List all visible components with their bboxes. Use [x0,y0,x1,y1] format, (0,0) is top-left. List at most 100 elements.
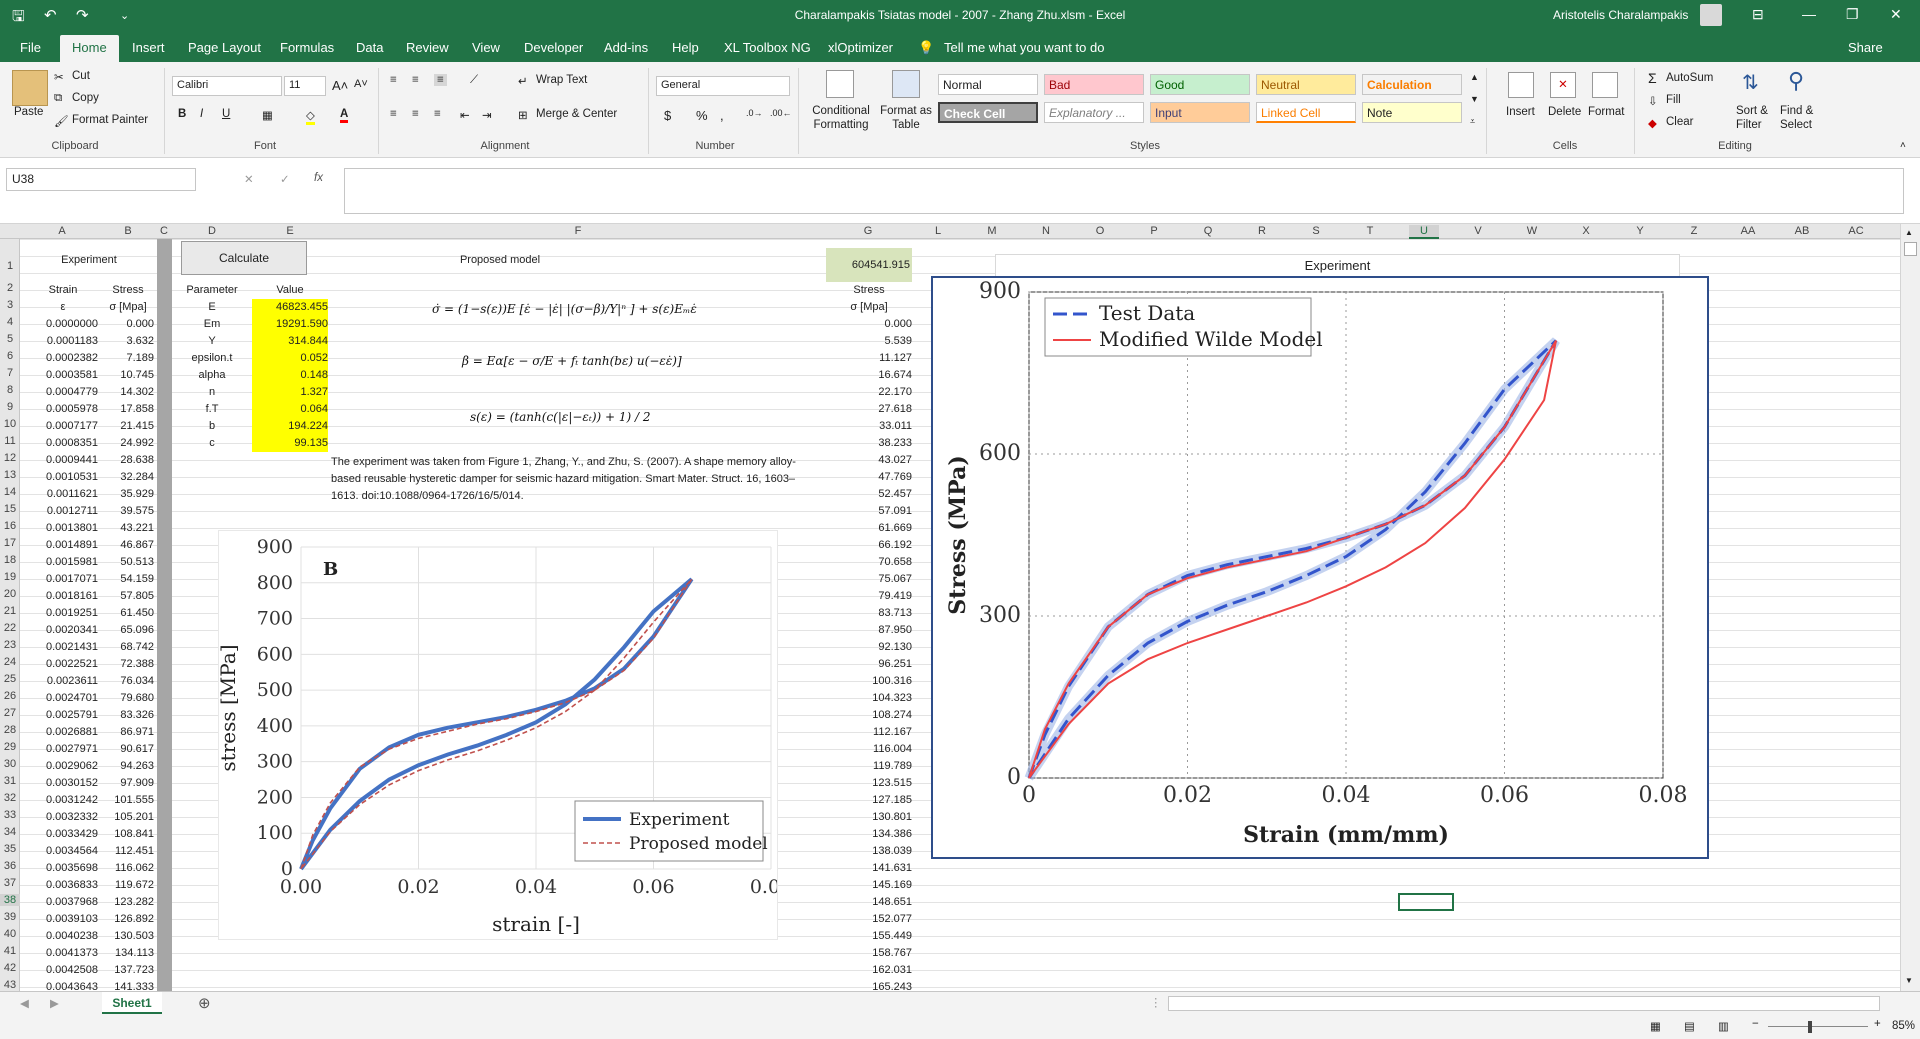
column-header-v[interactable]: V [1463,225,1493,237]
avatar[interactable] [1700,4,1722,26]
row-header-5[interactable]: 5 [0,333,20,345]
row-header-2[interactable]: 2 [0,282,20,294]
row-header-29[interactable]: 29 [0,741,20,753]
tell-me-search[interactable]: Tell me what you want to do [944,40,1104,55]
format-as-table-button[interactable]: Format as Table [876,104,936,132]
horizontal-scrollbar[interactable] [1168,996,1880,1011]
column-header-u[interactable]: U [1409,225,1439,239]
zoom-slider-thumb[interactable] [1808,1021,1812,1033]
column-header-f[interactable]: F [563,225,593,237]
zoom-level[interactable]: 85% [1892,1020,1915,1032]
prev-sheet-icon[interactable]: ◀ [20,996,29,1010]
row-header-18[interactable]: 18 [0,554,20,566]
row-header-28[interactable]: 28 [0,724,20,736]
column-header-m[interactable]: M [977,225,1007,237]
find-select-button[interactable]: Find & Select [1780,104,1826,132]
row-header-21[interactable]: 21 [0,605,20,617]
tab-developer[interactable]: Developer [524,40,583,55]
style-linked-cell[interactable]: Linked Cell [1256,102,1356,123]
column-header-r[interactable]: R [1247,225,1277,237]
sheet-tab-sheet1[interactable]: Sheet1 [102,992,162,1014]
row-header-38[interactable]: 38 [0,894,20,906]
column-header-q[interactable]: Q [1193,225,1223,237]
styles-scroll-up-icon[interactable]: ▲ [1470,72,1479,82]
chart-b[interactable]: 0 100 200 300 400 500 600 700 800 900 0.00 0.02 0.04… [216,530,792,940]
style-good[interactable]: Good [1150,74,1250,95]
format-button[interactable]: Format [1588,106,1624,118]
wrap-text-icon[interactable]: ↵ [518,74,528,88]
merge-icon[interactable]: ⊞ [518,108,528,122]
paste-button[interactable]: Paste [14,106,43,118]
row-header-6[interactable]: 6 [0,350,20,362]
decrease-indent-icon[interactable]: ⇤ [460,108,470,122]
row-header-3[interactable]: 3 [0,299,20,311]
row-header-26[interactable]: 26 [0,690,20,702]
sort-filter-button[interactable]: Sort & Filter [1736,104,1776,132]
row-header-9[interactable]: 9 [0,401,20,413]
style-input[interactable]: Input [1150,102,1250,123]
page-layout-view-icon[interactable]: ▤ [1684,1019,1695,1033]
column-header-g[interactable]: G [853,225,883,237]
decrease-decimal-icon[interactable]: .00← [770,108,792,118]
row-header-41[interactable]: 41 [0,945,20,957]
clear-button[interactable]: Clear [1666,116,1693,128]
experiment-chart[interactable]: 0 300 600 900 0 0.02 0.04 0.06 0.08 Strain (mm/mm… [931,276,1709,859]
normal-view-icon[interactable]: ▦ [1650,1019,1661,1033]
tab-help[interactable]: Help [672,40,699,55]
style-note[interactable]: Note [1362,102,1462,123]
format-painter-button[interactable]: Format Painter [72,114,148,126]
conditional-formatting-icon[interactable] [826,70,854,98]
tab-review[interactable]: Review [406,40,449,55]
column-header-p[interactable]: P [1139,225,1169,237]
orientation-icon[interactable]: ⟋ [470,74,478,87]
autosum-button[interactable]: AutoSum [1666,72,1713,84]
column-header-l[interactable]: L [923,225,953,237]
align-center-icon[interactable]: ≡ [412,108,419,120]
tab-page-layout[interactable]: Page Layout [188,40,261,55]
align-bottom-icon[interactable]: ≡ [434,74,447,86]
column-header-e[interactable]: E [275,225,305,237]
row-header-7[interactable]: 7 [0,367,20,379]
merge-center-button[interactable]: Merge & Center [536,108,617,120]
style-explanatory[interactable]: Explanatory ... [1044,102,1144,123]
column-header-x[interactable]: X [1571,225,1601,237]
row-header-34[interactable]: 34 [0,826,20,838]
fill-color-icon[interactable]: ◇ [306,108,315,125]
column-header-ab[interactable]: AB [1787,225,1817,237]
style-check-cell[interactable]: Check Cell [938,102,1038,123]
font-name-combo[interactable]: Calibri [172,76,282,96]
tab-xloptimizer[interactable]: xlOptimizer [828,40,893,55]
tab-formulas[interactable]: Formulas [280,40,334,55]
copy-icon[interactable]: ⧉ [54,92,62,105]
column-header-b[interactable]: B [113,225,143,237]
sort-filter-icon[interactable]: ⇅ [1742,70,1759,95]
add-sheet-icon[interactable]: ⊕ [198,994,211,1012]
row-header-36[interactable]: 36 [0,860,20,872]
confirm-entry-icon[interactable]: ✓ [280,172,290,186]
style-normal[interactable]: Normal [938,74,1038,95]
comma-icon[interactable]: , [720,108,724,123]
restore-icon[interactable]: ❐ [1846,6,1859,23]
vertical-scroll-thumb[interactable] [1904,242,1917,256]
scroll-down-icon[interactable]: ▼ [1905,976,1913,985]
next-sheet-icon[interactable]: ▶ [50,996,59,1010]
tab-file[interactable]: File [20,40,41,55]
minimize-icon[interactable]: — [1802,6,1816,22]
row-header-24[interactable]: 24 [0,656,20,668]
row-header-4[interactable]: 4 [0,316,20,328]
tab-insert[interactable]: Insert [132,40,165,55]
delete-button[interactable]: Delete [1548,106,1581,118]
sheet-bar-menu-icon[interactable]: ⋮ [1150,995,1162,1009]
row-header-30[interactable]: 30 [0,758,20,770]
collapse-ribbon-icon[interactable]: ˄ [1900,140,1906,151]
decrease-font-icon[interactable]: A˅ [354,78,368,90]
style-neutral[interactable]: Neutral [1256,74,1356,95]
increase-decimal-icon[interactable]: .0→ [746,108,763,118]
style-calculation[interactable]: Calculation [1362,74,1462,95]
column-header-s[interactable]: S [1301,225,1331,237]
page-break-view-icon[interactable]: ▥ [1718,1019,1729,1033]
underline-icon[interactable]: U [222,108,230,120]
zoom-in-icon[interactable]: + [1874,1018,1881,1030]
cut-button[interactable]: Cut [72,70,90,82]
column-header-t[interactable]: T [1355,225,1385,237]
